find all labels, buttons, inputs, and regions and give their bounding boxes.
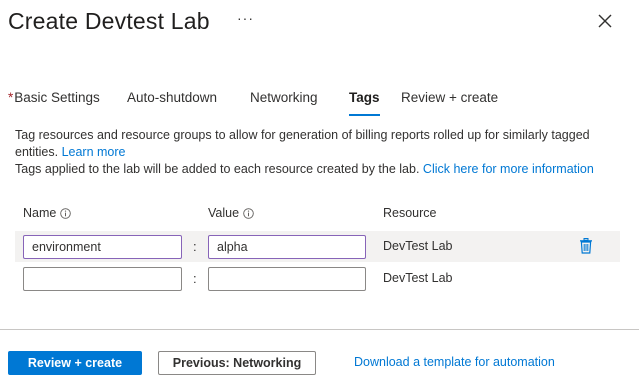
description-line-1: Tag resources and resource groups to all… <box>15 128 590 142</box>
required-marker: * <box>8 90 14 105</box>
value-column-header: Value <box>208 206 254 220</box>
value-header-label: Value <box>208 206 240 220</box>
separator: : <box>193 239 197 254</box>
resource-column-header: Resource <box>383 206 437 220</box>
tab-auto-shutdown[interactable]: Auto-shutdown <box>127 90 217 118</box>
name-column-header: Name <box>23 206 72 220</box>
name-header-label: Name <box>23 206 57 220</box>
download-template-link[interactable]: Download a template for automation <box>354 355 555 369</box>
separator: : <box>193 271 197 286</box>
info-icon[interactable] <box>243 207 254 219</box>
more-information-link[interactable]: Click here for more information <box>423 162 594 176</box>
resource-label: DevTest Lab <box>383 239 453 253</box>
tab-tags[interactable]: Tags <box>349 90 380 118</box>
tab-bar: *Basic Settings Auto-shutdown Networking… <box>0 90 639 118</box>
tab-networking[interactable]: Networking <box>250 90 318 118</box>
footer-divider <box>0 329 639 330</box>
description-line-3: Tags applied to the lab will be added to… <box>15 161 630 178</box>
description-text: Tags applied to the lab will be added to… <box>15 162 420 176</box>
tag-value-input[interactable] <box>208 267 366 291</box>
previous-networking-button[interactable]: Previous: Networking <box>158 351 316 375</box>
delete-icon[interactable] <box>579 238 593 254</box>
review-create-button[interactable]: Review + create <box>8 351 142 375</box>
description-line-2: entities. Learn more <box>15 144 630 161</box>
tag-name-input[interactable] <box>23 235 182 259</box>
page-title: Create Devtest Lab <box>8 8 210 34</box>
tags-description: Tag resources and resource groups to all… <box>15 127 630 178</box>
tag-name-input[interactable] <box>23 267 182 291</box>
learn-more-link[interactable]: Learn more <box>62 145 126 159</box>
tag-value-input[interactable] <box>208 235 366 259</box>
description-text: entities. <box>15 145 59 159</box>
info-icon[interactable] <box>60 207 72 219</box>
close-icon[interactable] <box>594 10 616 32</box>
more-options-icon[interactable]: ··· <box>237 10 254 26</box>
tab-label: Basic Settings <box>14 90 100 105</box>
tab-basic-settings[interactable]: *Basic Settings <box>8 90 100 118</box>
tab-review-create[interactable]: Review + create <box>401 90 498 118</box>
resource-label: DevTest Lab <box>383 271 453 285</box>
